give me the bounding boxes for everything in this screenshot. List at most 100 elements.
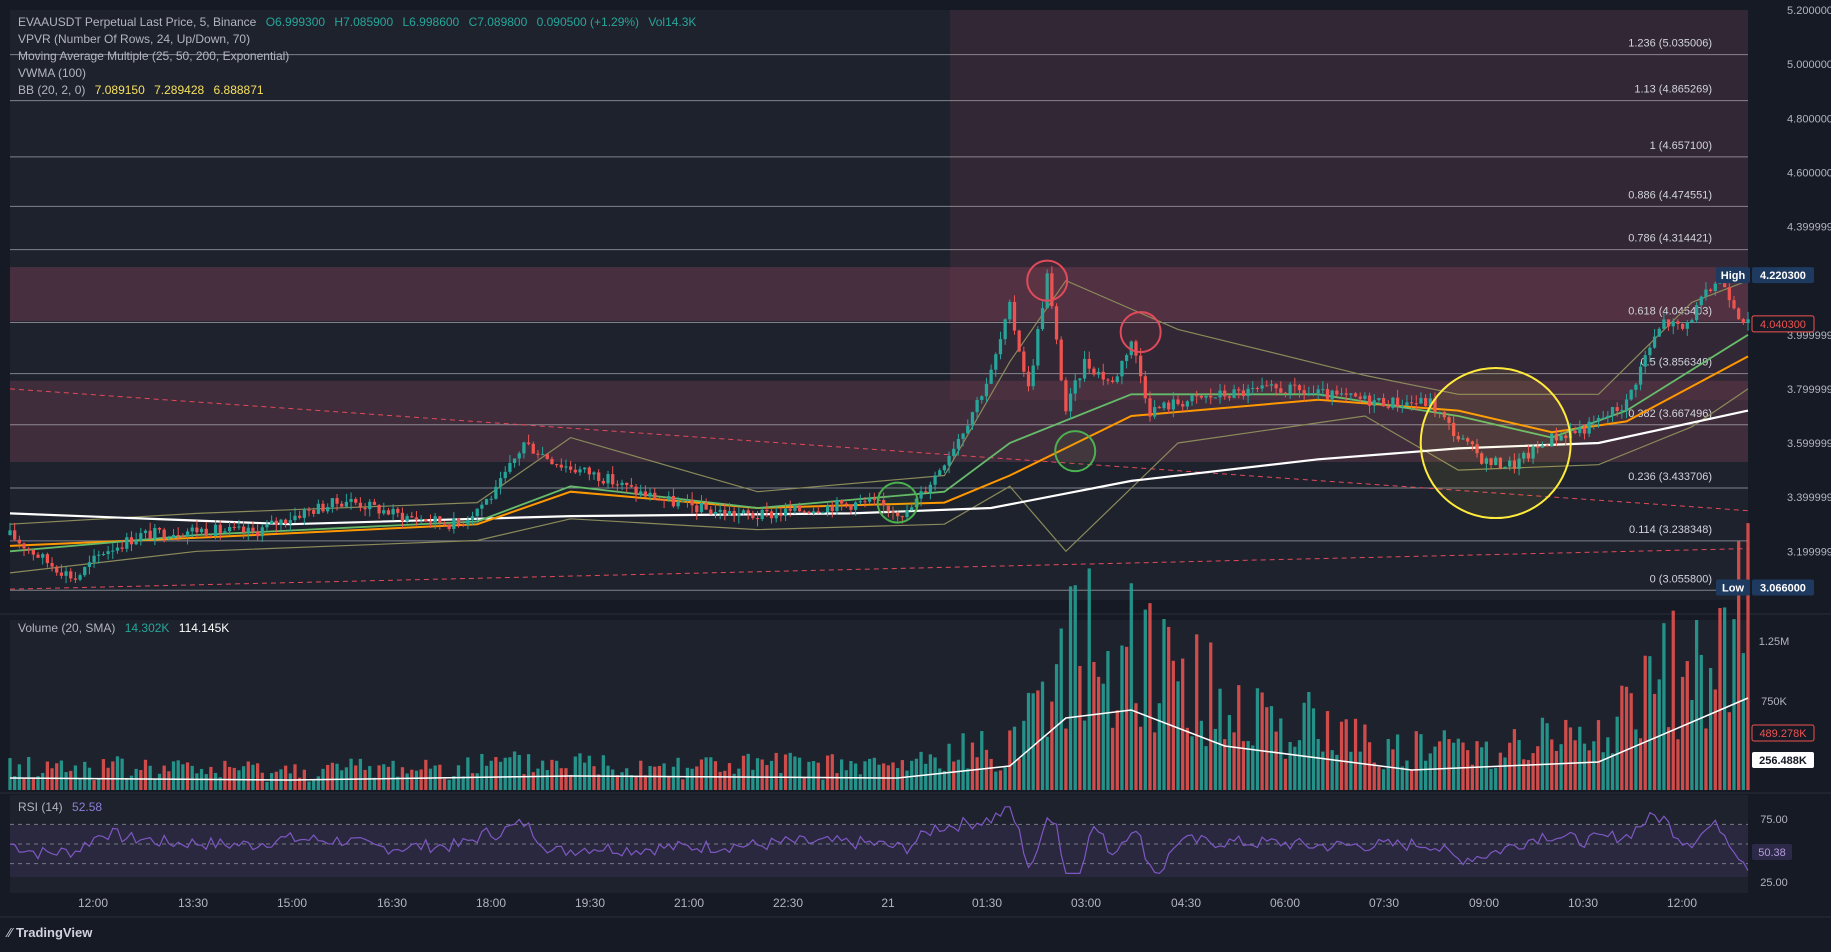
volume-bar [1423,760,1428,790]
volume-bar [578,753,582,790]
candle-body [213,524,218,537]
candle-body [153,527,157,539]
volume-bar [330,762,335,790]
volume-bar [1489,768,1493,790]
volume-bar [1746,523,1750,790]
volume-bar [540,760,545,790]
volume-bar [984,749,989,790]
candle-body [1087,358,1091,369]
volume-bar [924,763,928,790]
candle-body [732,510,736,517]
candle-body [1582,427,1587,434]
candle-body [788,508,792,511]
volume-bar [1129,583,1133,790]
candle-body [1349,393,1353,395]
candle-body [1064,380,1068,412]
volume-bar [1419,734,1423,790]
candle-body [667,495,671,501]
volume-bar [1321,751,1325,790]
volume-bar [489,760,493,790]
candle-body [232,526,236,528]
volume-bar [1676,739,1680,790]
volume-bar [1386,739,1390,790]
rsi-label[interactable]: RSI (14) [18,800,63,814]
volume-bar [1153,732,1157,790]
candle-body [433,516,437,523]
candle-body [1629,389,1633,400]
price-axis-tick: 4.800000 [1787,113,1831,125]
volume-bar [914,758,919,790]
volume-bar [1232,732,1236,790]
chart-canvas[interactable]: 1.236 (5.035006) 1.13 (4.865269) 1 (4.6571… [0,0,1831,952]
volume-bar [592,766,596,790]
candle-body [1662,319,1666,329]
volume-bar [1101,683,1105,790]
candle-body [779,513,783,516]
volume-bar [526,754,531,790]
volume-bar [1671,610,1675,790]
volume-bar [737,768,741,790]
volume-bar [1045,736,1049,790]
volume-bar [732,773,736,790]
volume-bar [755,758,760,790]
candle-body [1195,395,1199,397]
volume-bar [1536,746,1540,790]
candle-body [625,482,629,486]
indicator-vpvr[interactable]: VPVR (Number Of Rows, 24, Up/Down, 70) [18,31,702,48]
indicator-bb[interactable]: BB (20, 2, 0) [18,83,85,97]
volume-bar [891,762,895,790]
candle-body [1423,398,1428,407]
low-marker: 3.066000 [1760,583,1806,595]
price-axis-tick: 5.000000 [1787,59,1831,71]
candle-body [741,510,746,514]
volume-bar [900,760,904,790]
candle-body [1241,390,1246,397]
indicator-vwma[interactable]: VWMA (100) [18,65,702,82]
candle-body [148,530,152,539]
candle-body [1218,390,1222,398]
candle-body [223,531,227,533]
tv-logo-icon: ⁄⁄ [8,925,13,940]
volume-label[interactable]: Volume (20, SMA) [18,621,115,635]
volume-bar [746,753,750,790]
volume-bar [704,757,708,790]
candle-body [634,486,638,495]
candle-body [695,505,699,513]
volume-bar [713,761,718,790]
candle-body [1592,421,1596,423]
candle-body [872,498,876,500]
volume-bar [1073,585,1077,790]
candle-body [1120,360,1124,377]
volume-bar [59,760,64,790]
candle-body [1615,407,1619,411]
volume-bar [414,770,419,790]
volume-bar [167,771,171,790]
candle-body [340,503,344,507]
volume-bar [956,759,961,790]
volume-bar [1148,603,1152,790]
candle-body [143,530,148,534]
candle-body [503,471,507,479]
candle-body [69,571,73,579]
candle-body [125,537,129,549]
volume-bar [1311,708,1316,790]
volume-bar [802,777,806,790]
volume-bar [1447,739,1451,790]
volume-bar [1638,738,1643,790]
volume-bar [447,779,451,790]
candle-body [31,549,35,555]
ohlc-low: L6.998600 [402,15,460,29]
volume-bar [671,766,676,790]
candle-body [765,509,769,512]
volume-bar [854,763,858,790]
ohlc-change: 0.090500 (+1.29%) [536,15,640,29]
volume-bar [1274,731,1278,790]
candle-body [1185,401,1189,407]
indicator-ma-multiple[interactable]: Moving Average Multiple (25, 50, 200, Ex… [18,48,702,65]
volume-bar [1573,740,1577,790]
volume-bar [1026,692,1031,790]
fib-level-label: 0.5 (3.856349) [1640,357,1712,369]
annotation-circle-red [1026,259,1069,302]
volume-bar [1629,693,1633,790]
tradingview-logo[interactable]: ⁄⁄ TradingView [8,925,92,940]
